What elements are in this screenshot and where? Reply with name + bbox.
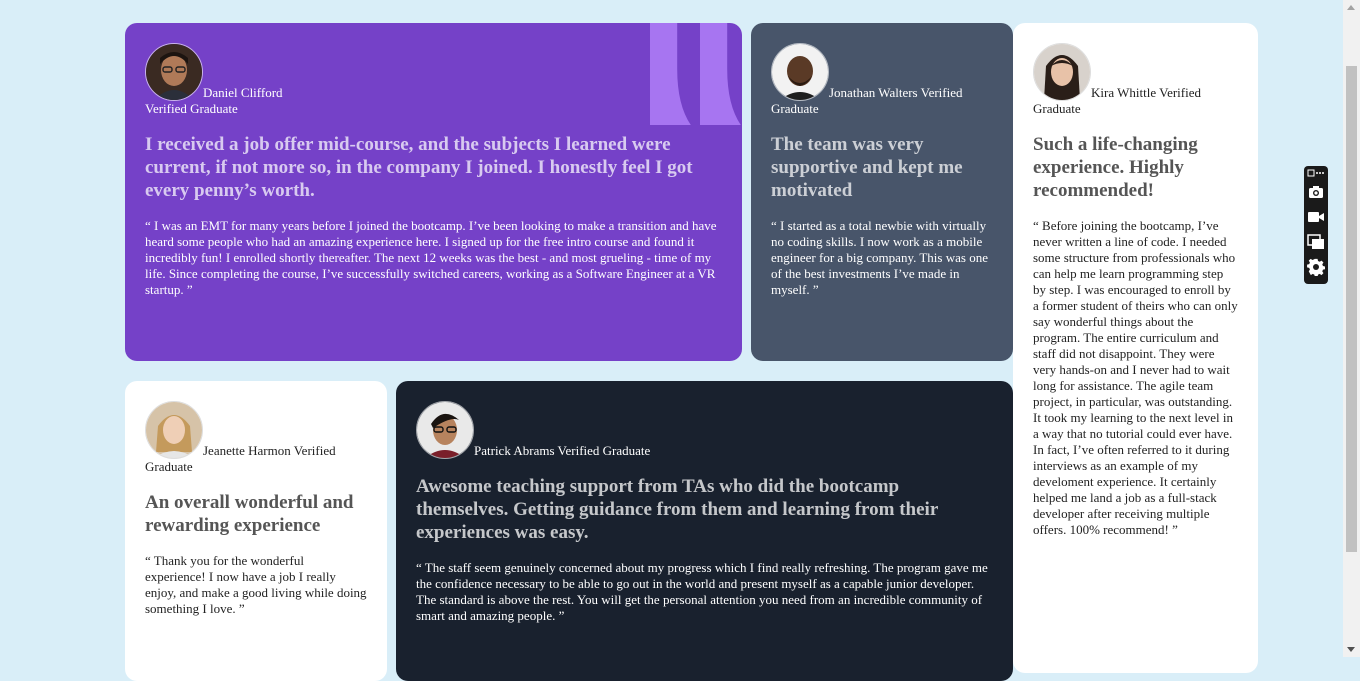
avatar <box>145 401 203 459</box>
testimonial-quote: “ Before joining the bootcamp, I’ve neve… <box>1033 218 1238 537</box>
scroll-down-arrow-icon[interactable] <box>1347 647 1355 652</box>
video-camera-icon[interactable] <box>1307 208 1325 226</box>
scrollbar-thumb[interactable] <box>1346 66 1357 552</box>
author-status: Verified Graduate <box>145 101 238 116</box>
author-name: Daniel Clifford <box>203 85 283 100</box>
testimonial-quote: “ I was an EMT for many years before I j… <box>145 218 717 297</box>
author-info: Daniel Clifford Verified Graduate <box>145 43 722 117</box>
author-name: Jonathan Walters <box>829 85 918 100</box>
testimonial-quote: “ Thank you for the wonderful experience… <box>145 553 367 616</box>
scroll-up-arrow-icon[interactable] <box>1347 5 1355 10</box>
author-status: Verified Graduate <box>557 443 651 458</box>
testimonial-quote: “ The staff seem genuinely concerned abo… <box>416 560 988 623</box>
avatar <box>145 43 203 101</box>
avatar <box>416 401 474 459</box>
avatar <box>1033 43 1091 101</box>
author-name: Patrick Abrams <box>474 443 555 458</box>
testimonial-card-jeanette: Jeanette Harmon Verified Graduate An ove… <box>125 381 387 681</box>
more-options-icon[interactable] <box>1307 168 1325 178</box>
capture-toolbar <box>1304 166 1328 284</box>
testimonial-headline: An overall wonderful and rewarding exper… <box>145 492 354 536</box>
author-name: Jeanette Harmon <box>203 443 291 458</box>
testimonial-quote: “ I started as a total newbie with virtu… <box>771 218 988 297</box>
testimonial-headline: The team was very supportive and kept me… <box>771 134 963 201</box>
author-info: Kira Whittle Verified Graduate <box>1033 43 1238 117</box>
author-info: Jonathan Walters Verified Graduate <box>771 43 993 117</box>
screenshot-camera-icon[interactable] <box>1307 183 1325 201</box>
testimonial-headline: Awesome teaching support from TAs who di… <box>416 476 938 543</box>
gear-icon[interactable] <box>1307 258 1325 276</box>
testimonial-card-patrick: Patrick Abrams Verified Graduate Awesome… <box>396 381 1013 681</box>
testimonial-card-daniel: Daniel Clifford Verified Graduate I rece… <box>125 23 742 361</box>
testimonial-headline: I received a job offer mid-course, and t… <box>145 134 693 201</box>
author-name: Kira Whittle <box>1091 85 1157 100</box>
testimonial-card-jonathan: Jonathan Walters Verified Graduate The t… <box>751 23 1013 361</box>
author-info: Jeanette Harmon Verified Graduate <box>145 401 367 475</box>
windows-icon[interactable] <box>1307 233 1325 251</box>
page-scrollbar[interactable] <box>1343 0 1360 657</box>
avatar <box>771 43 829 101</box>
testimonial-card-kira: Kira Whittle Verified Graduate Such a li… <box>1013 23 1258 673</box>
author-info: Patrick Abrams Verified Graduate <box>416 401 993 459</box>
testimonial-headline: Such a life-changing experience. Highly … <box>1033 134 1198 201</box>
